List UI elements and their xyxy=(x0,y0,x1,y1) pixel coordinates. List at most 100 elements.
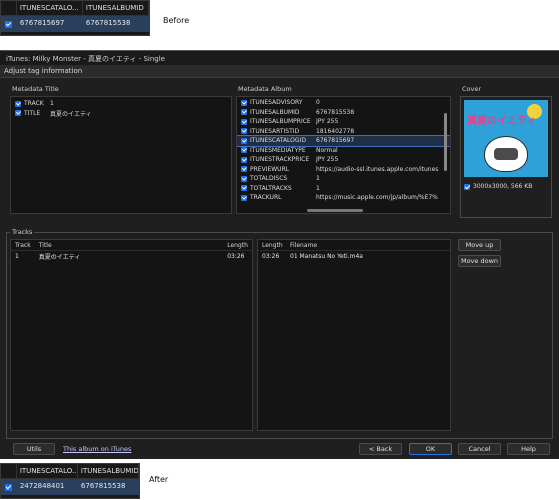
metadata-album-label: Metadata Album xyxy=(236,85,294,93)
col-track[interactable]: Track xyxy=(11,242,39,249)
tag-value: 1 xyxy=(316,175,320,183)
checkbox-icon[interactable] xyxy=(464,183,470,190)
checkbox-icon[interactable] xyxy=(241,147,247,154)
checkbox-icon[interactable] xyxy=(15,110,21,117)
tag-key: ITUNESARTISTID xyxy=(250,127,300,135)
col-filename[interactable]: Filename xyxy=(290,242,317,249)
metadata-album-row[interactable]: ITUNESALBUMPRICE JPY 255 xyxy=(237,117,450,127)
checkbox-icon[interactable] xyxy=(241,175,247,182)
tag-key: TITLE xyxy=(24,109,41,117)
tag-value: 1816402778 xyxy=(316,127,355,135)
tracks-right-header: Length Filename xyxy=(258,240,450,251)
checkbox-icon[interactable] xyxy=(5,483,13,491)
track-title: 真夏のイエティ xyxy=(38,253,81,261)
help-button[interactable]: Help xyxy=(507,443,550,455)
metadata-title-label: Metadata Title xyxy=(10,85,61,93)
checkbox-icon[interactable] xyxy=(241,128,247,135)
tag-value: https://music.apple.com/jp/album/%E7% xyxy=(316,194,438,202)
tag-value: 1 xyxy=(50,100,54,108)
tag-key: ITUNESCATALOGID xyxy=(250,137,306,145)
itunes-album-link[interactable]: This album on iTunes xyxy=(63,445,131,453)
cover-art[interactable]: 真夏のイエティ xyxy=(464,100,548,177)
cover-label: Cover xyxy=(460,85,484,93)
metadata-album-row[interactable]: TOTALDISCS 1 xyxy=(237,174,450,184)
metadata-album-row[interactable]: ITUNESTRACKPRICE JPY 255 xyxy=(237,155,450,165)
cancel-button[interactable]: Cancel xyxy=(458,443,501,455)
track-length: 03:26 xyxy=(227,252,245,260)
cover-group: 真夏のイエティ 3000x3000, 566 KB xyxy=(460,96,552,218)
checkbox-icon[interactable] xyxy=(15,100,21,107)
tag-value: 6767815538 xyxy=(316,108,355,116)
ok-button[interactable]: OK xyxy=(409,443,452,455)
tag-key: ITUNESADVISORY xyxy=(250,99,303,107)
tag-key: ITUNESALBUMID xyxy=(250,108,300,116)
after-col-catalog[interactable]: ITUNESCATALO... xyxy=(17,464,78,478)
metadata-title-row[interactable]: TRACK 1 xyxy=(11,99,231,109)
checkbox-icon[interactable] xyxy=(241,156,247,163)
before-col-catalog[interactable]: ITUNESCATALO... xyxy=(17,1,83,15)
metadata-album-row[interactable]: ITUNESMEDIATYPE Normal xyxy=(237,146,450,156)
tag-key: TRACK xyxy=(24,100,44,108)
tag-value: 真夏のイエティ xyxy=(50,110,92,118)
checkbox-icon[interactable] xyxy=(241,185,247,192)
tag-key: ITUNESTRACKPRICE xyxy=(250,156,310,164)
file-row[interactable]: 03:26 01 Manatsu No Yeti.m4a xyxy=(258,251,450,261)
checkbox-icon[interactable] xyxy=(241,137,247,144)
back-button[interactable]: < Back xyxy=(359,443,402,455)
checkbox-icon[interactable] xyxy=(241,194,247,201)
metadata-album-row[interactable]: ITUNESARTISTID 1816402778 xyxy=(237,127,450,137)
utils-button[interactable]: Utils xyxy=(13,443,55,455)
tag-key: ITUNESMEDIATYPE xyxy=(250,146,306,154)
move-down-button[interactable]: Move down xyxy=(458,255,501,267)
before-label: Before xyxy=(163,16,190,25)
cover-size: 3000x3000, 566 KB xyxy=(473,183,533,190)
window-title: iTunes: Milky Monster - 真夏のイエティ - Single xyxy=(0,51,559,65)
checkbox-icon[interactable] xyxy=(5,20,13,28)
checkbox-icon[interactable] xyxy=(241,109,247,116)
window-subtitle: Adjust tag information xyxy=(0,65,559,78)
adjust-tags-window: iTunes: Milky Monster - 真夏のイエティ - Single… xyxy=(0,50,559,459)
horizontal-scrollbar[interactable] xyxy=(307,209,363,212)
cover-art-title: 真夏のイエティ xyxy=(467,116,537,127)
metadata-album-row[interactable]: ITUNESADVISORY 0 xyxy=(237,98,450,108)
tag-value: 0 xyxy=(316,99,320,107)
tracks-right-list[interactable]: Length Filename 03:26 01 Manatsu No Yeti… xyxy=(257,239,451,431)
col-length[interactable]: Length xyxy=(258,242,290,249)
after-label: After xyxy=(149,475,169,484)
tag-value: JPY 255 xyxy=(316,118,339,126)
yeti-face xyxy=(494,148,518,160)
checkbox-icon[interactable] xyxy=(241,118,247,125)
tag-key: PREVIEWURL xyxy=(250,165,290,173)
tracks-left-list[interactable]: Track Title Length 1 真夏のイエティ 03:26 xyxy=(10,239,253,431)
track-number: 1 xyxy=(15,252,19,260)
metadata-album-row[interactable]: PREVIEWURL https://audio-ssl.itunes.apple… xyxy=(237,165,450,175)
tag-value: Normal xyxy=(316,146,338,154)
metadata-album-row[interactable]: ITUNESALBUMID 6767815538 xyxy=(237,108,450,118)
move-up-button[interactable]: Move up xyxy=(458,239,501,251)
metadata-album-row-selected[interactable]: ITUNESCATALOGID 6767815697 xyxy=(237,135,450,147)
metadata-album-row[interactable]: TOTALTRACKS 1 xyxy=(237,184,450,194)
tag-value: JPY 255 xyxy=(316,156,339,164)
after-albumid-value: 6767815538 xyxy=(80,482,126,490)
after-col-albumid[interactable]: ITUNESALBUMID xyxy=(78,464,139,478)
tag-key: TRACKURL xyxy=(250,194,282,202)
metadata-title-row[interactable]: TITLE 真夏のイエティ xyxy=(11,109,231,119)
vertical-scrollbar[interactable] xyxy=(444,113,447,171)
metadata-album-row[interactable]: TRACKURL https://music.apple.com/jp/album… xyxy=(237,193,450,203)
checkbox-icon[interactable] xyxy=(241,99,247,106)
tag-key: ITUNESALBUMPRICE xyxy=(250,118,311,126)
after-row[interactable]: 2472848401 6767815538 xyxy=(1,479,139,495)
tag-key: TOTALDISCS xyxy=(250,175,288,183)
metadata-album-list[interactable]: ITUNESADVISORY 0 ITUNESALBUMID 6767815538 … xyxy=(236,96,451,214)
tag-value: 6767815697 xyxy=(316,137,355,145)
before-col-albumid[interactable]: ITUNESALBUMID xyxy=(83,1,149,15)
col-length[interactable]: Length xyxy=(227,242,252,249)
file-name: 01 Manatsu No Yeti.m4a xyxy=(290,252,363,260)
before-row[interactable]: 6767815697 6767815538 xyxy=(1,16,149,32)
checkbox-icon[interactable] xyxy=(241,166,247,173)
col-title[interactable]: Title xyxy=(39,242,227,249)
track-row[interactable]: 1 真夏のイエティ 03:26 xyxy=(11,251,252,261)
metadata-title-list[interactable]: TRACK 1 TITLE 真夏のイエティ xyxy=(10,96,232,214)
after-catalog-value: 2472848401 xyxy=(19,482,65,490)
tracks-label: Tracks xyxy=(10,228,35,236)
